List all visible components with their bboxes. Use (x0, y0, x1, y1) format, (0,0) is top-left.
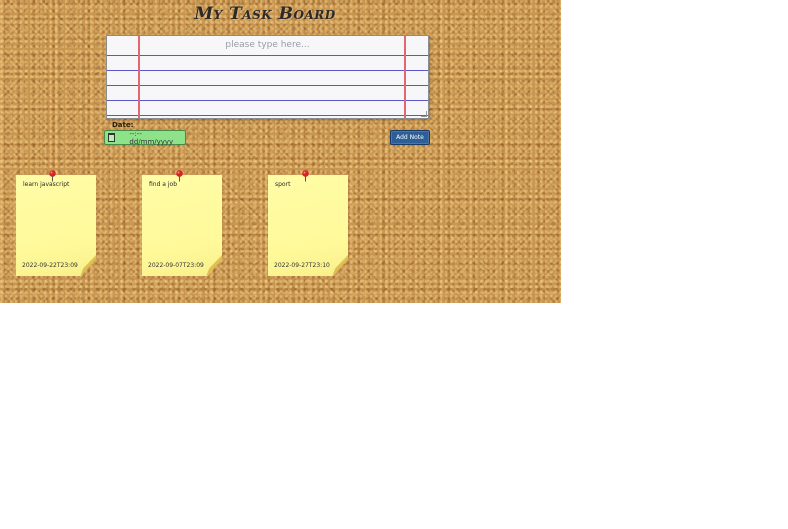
note-date: 2022-09-22T23:09 (22, 262, 78, 269)
note-textarea-container (106, 35, 429, 119)
sticky-note: learn javascript 2022-09-22T23:09 (16, 175, 96, 276)
task-textarea[interactable] (107, 36, 428, 118)
pushpin-icon (49, 170, 56, 182)
note-text: find a job (149, 181, 178, 188)
date-label: Date: (112, 121, 134, 129)
pushpin-icon (302, 170, 309, 182)
calendar-icon[interactable] (108, 133, 116, 142)
note-text: learn javascript (23, 181, 70, 188)
note-text: sport (275, 181, 291, 188)
sticky-note: find a job 2022-09-07T23:09 (142, 175, 222, 276)
note-date: 2022-09-07T23:09 (148, 262, 204, 269)
textarea-resize-handle[interactable] (421, 111, 427, 117)
add-note-button[interactable]: Add Note (390, 130, 430, 145)
page-title: My Task Board (194, 4, 336, 24)
note-date: 2022-09-27T23:10 (274, 262, 330, 269)
pushpin-icon (176, 170, 183, 182)
date-input[interactable]: --:-- dd/mm/yyyy (104, 129, 186, 146)
cork-board: My Task Board Date: --:-- dd/mm/yyyy Add… (0, 0, 561, 303)
sticky-note: sport 2022-09-27T23:10 (268, 175, 348, 276)
date-input-placeholder: --:-- dd/mm/yyyy (129, 129, 174, 146)
